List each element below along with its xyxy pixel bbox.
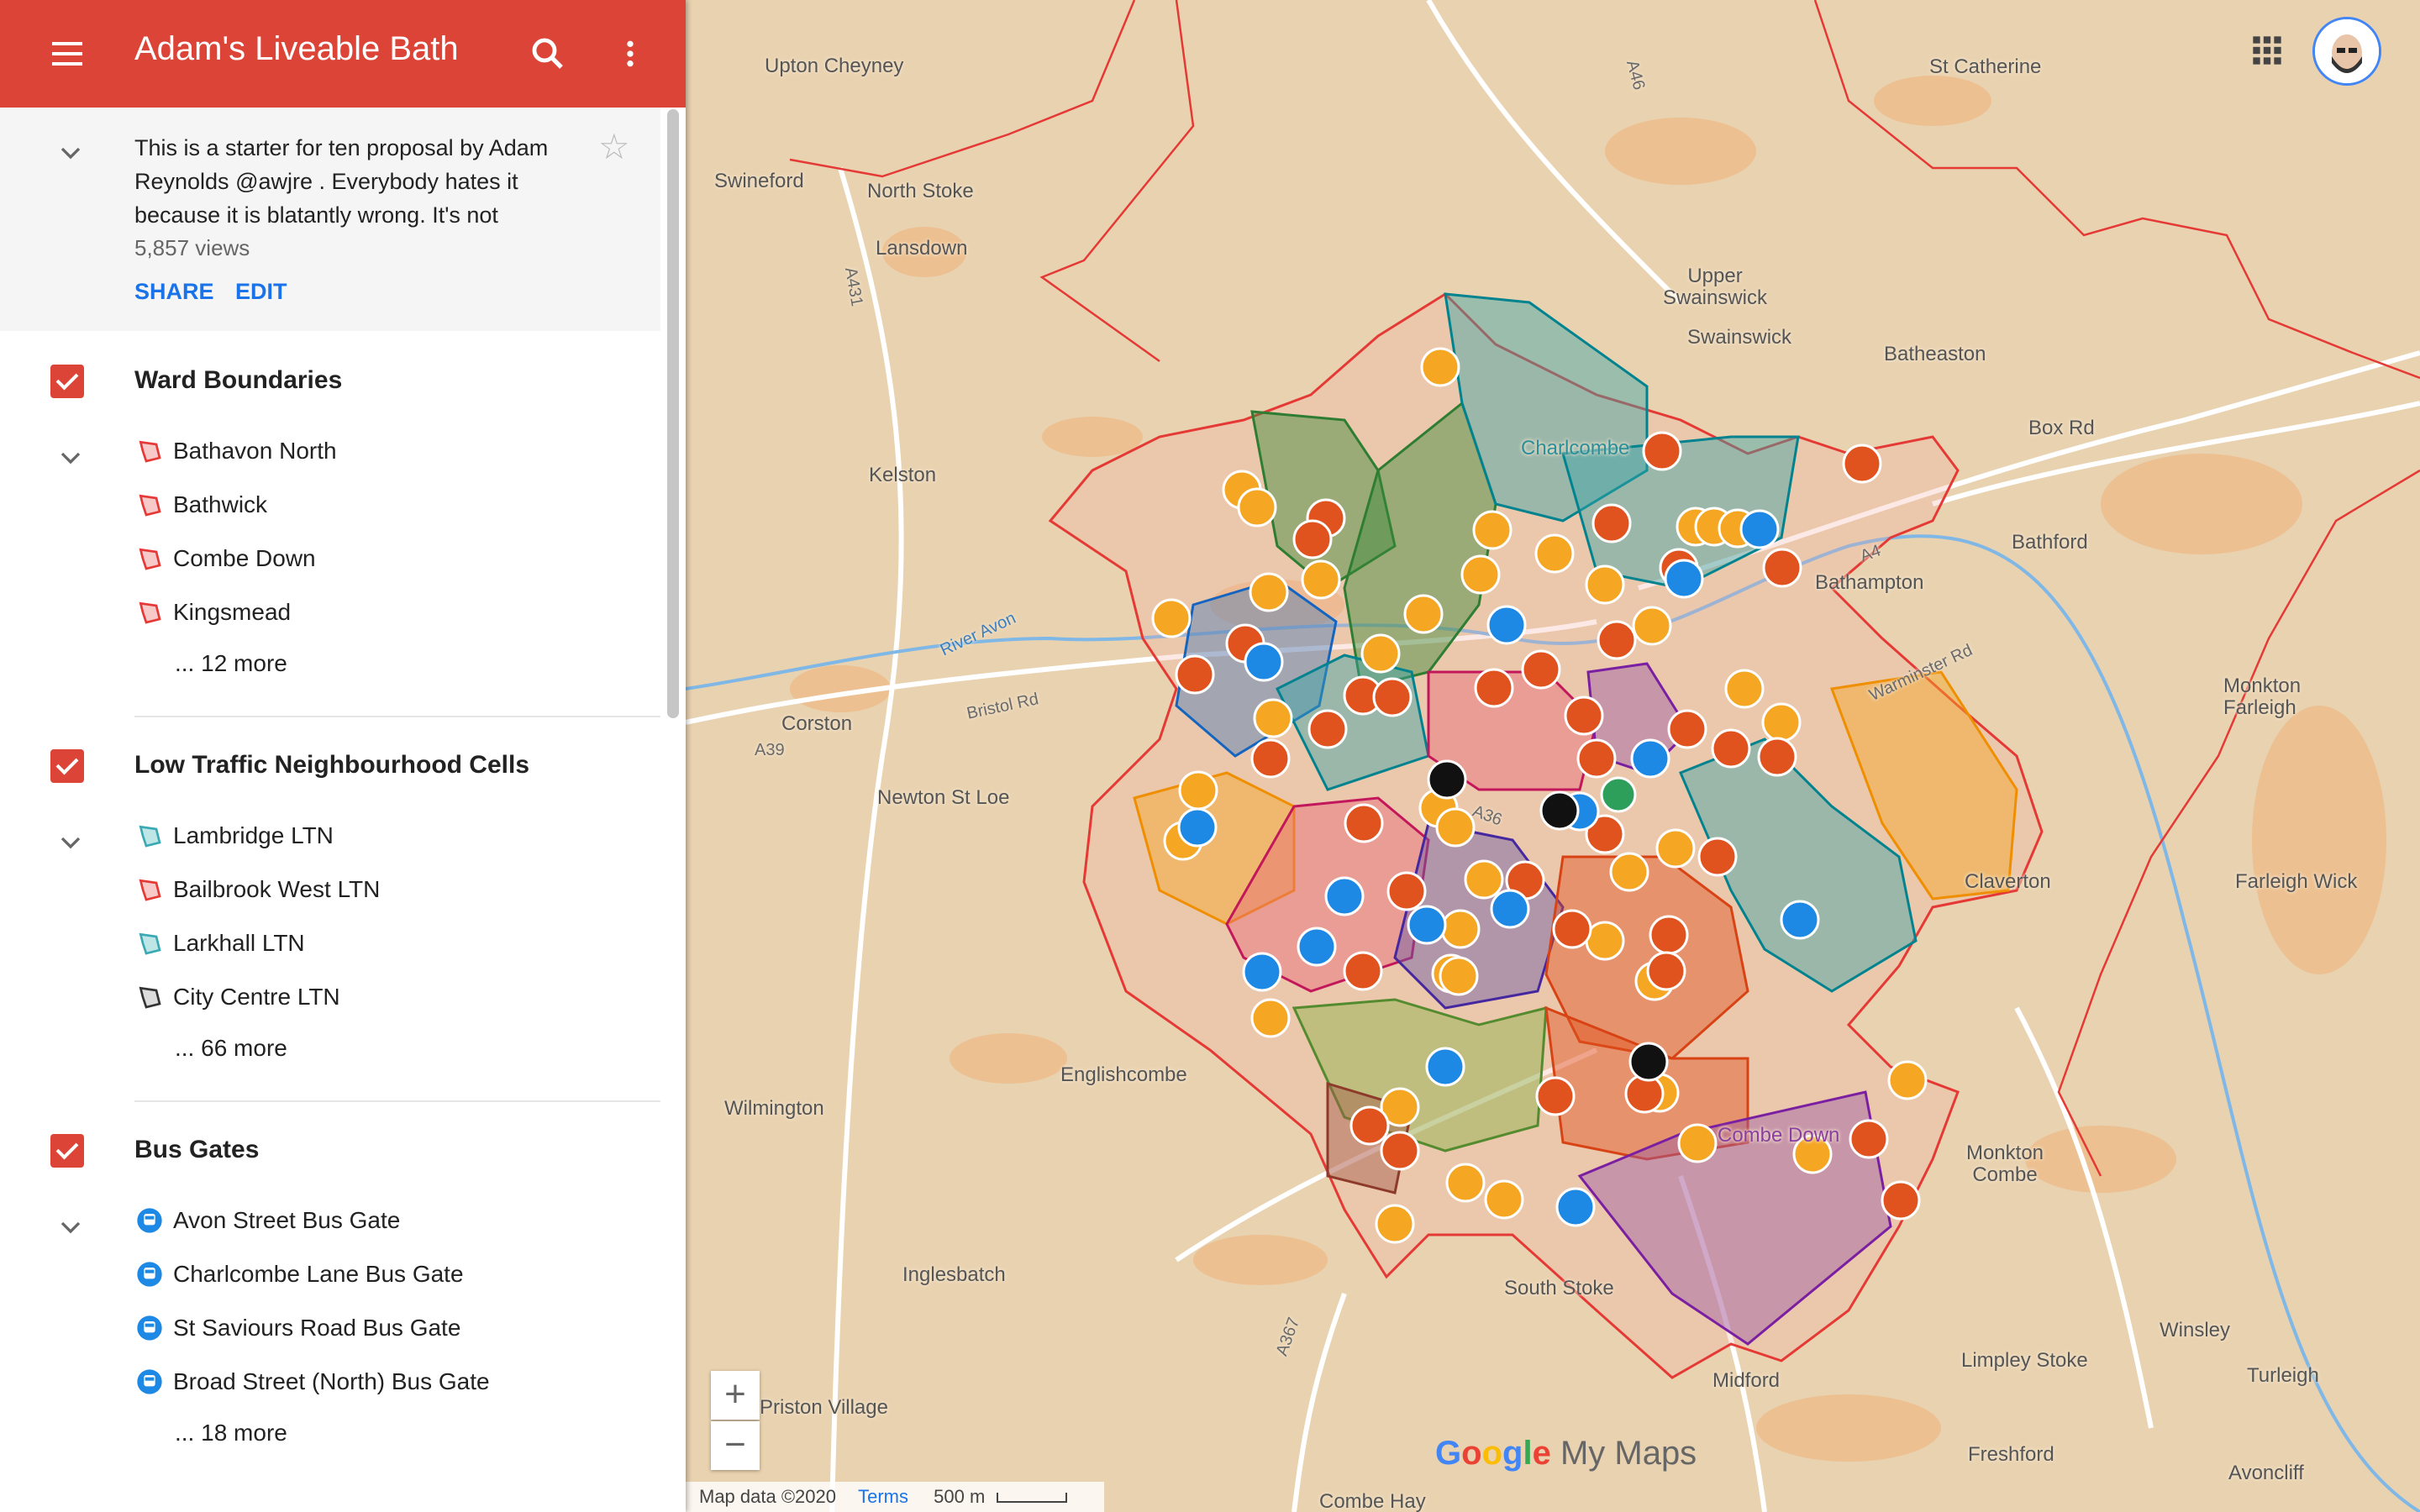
sidebar: Adam's Liveable Bath This is a starter f… bbox=[0, 0, 686, 1512]
place-label: Corston bbox=[781, 712, 853, 735]
place-label: Bathampton bbox=[1815, 571, 1924, 594]
chevron-down-icon[interactable] bbox=[54, 136, 87, 170]
menu-icon[interactable] bbox=[44, 34, 91, 74]
polygon-red-icon bbox=[134, 436, 165, 466]
layer-item[interactable]: Kingsmead bbox=[134, 596, 291, 629]
place-label: Farleigh Wick bbox=[2235, 870, 2358, 893]
place-label: Freshford bbox=[1968, 1443, 2054, 1466]
bus-icon bbox=[134, 1259, 165, 1289]
bus-icon bbox=[134, 1313, 165, 1343]
place-label: St Catherine bbox=[1929, 55, 2042, 78]
place-label: Monkton Combe bbox=[1965, 1142, 2044, 1186]
place-label: Charlcombe bbox=[1521, 437, 1630, 459]
more-options-icon[interactable] bbox=[613, 34, 647, 74]
place-label: Upper Swainswick bbox=[1662, 265, 1768, 309]
map-description: This is a starter for ten proposal by Ad… bbox=[134, 135, 549, 228]
layer-title: Bus Gates bbox=[134, 1136, 260, 1163]
chevron-down-icon[interactable] bbox=[54, 1210, 87, 1244]
avatar[interactable] bbox=[2312, 17, 2381, 86]
polygon-teal-icon bbox=[134, 928, 165, 958]
layer-item[interactable]: Bailbrook West LTN bbox=[134, 873, 380, 906]
polygon-teal-icon bbox=[134, 821, 165, 851]
place-label: Avoncliff bbox=[2228, 1462, 2304, 1484]
place-label: Batheaston bbox=[1884, 343, 1986, 365]
layer-checkbox-bus-gates[interactable] bbox=[50, 1134, 84, 1168]
google-my-maps-logo: Google My Maps bbox=[1435, 1435, 1697, 1472]
layer-item[interactable]: Charlcombe Lane Bus Gate bbox=[134, 1257, 464, 1291]
divider bbox=[134, 716, 660, 717]
place-label: Kelston bbox=[869, 464, 937, 486]
edit-button[interactable]: EDIT bbox=[235, 279, 287, 305]
place-label: Swineford bbox=[714, 170, 804, 192]
view-count: 5,857 views bbox=[134, 235, 250, 260]
show-more-link[interactable]: ... 18 more bbox=[175, 1420, 287, 1446]
place-label: Combe Hay bbox=[1319, 1490, 1426, 1512]
star-icon[interactable]: ☆ bbox=[598, 126, 630, 167]
place-label: Englishcombe bbox=[1060, 1063, 1187, 1086]
place-label: Swainswick bbox=[1687, 326, 1792, 349]
share-button[interactable]: SHARE bbox=[134, 279, 214, 305]
map-canvas[interactable]: Upton Cheyney St Catherine Swineford Nor… bbox=[686, 0, 2420, 1512]
place-label: North Stoke bbox=[867, 180, 974, 202]
search-icon[interactable] bbox=[528, 34, 568, 74]
map-attribution-bar: Map data ©2020 Terms 500 m bbox=[686, 1482, 1104, 1512]
polygon-red-icon bbox=[134, 490, 165, 520]
place-label: Winsley bbox=[2160, 1319, 2231, 1341]
user-avatar-icon bbox=[2315, 19, 2379, 83]
divider bbox=[134, 1100, 660, 1102]
layer-item[interactable]: Bathavon North bbox=[134, 434, 337, 468]
place-label: Upton Cheyney bbox=[765, 55, 904, 77]
zoom-out-button[interactable]: − bbox=[711, 1421, 760, 1470]
place-label: Turleigh bbox=[2247, 1364, 2319, 1387]
place-label: Lansdown bbox=[876, 237, 968, 260]
bus-icon bbox=[134, 1367, 165, 1397]
polygon-red-icon bbox=[134, 597, 165, 627]
layer-item[interactable]: Lambridge LTN bbox=[134, 819, 334, 853]
sidebar-scrollbar[interactable] bbox=[667, 109, 679, 718]
place-label: Combe Down bbox=[1718, 1124, 1840, 1147]
layer-item[interactable]: City Centre LTN bbox=[134, 980, 340, 1014]
place-label: South Stoke bbox=[1504, 1277, 1614, 1299]
bus-icon bbox=[134, 1205, 165, 1236]
layer-item[interactable]: Avon Street Bus Gate bbox=[134, 1204, 400, 1237]
attribution-text: Map data ©2020 bbox=[699, 1486, 836, 1507]
place-label: Wilmington bbox=[724, 1097, 824, 1120]
parking-marker bbox=[1600, 776, 1637, 813]
layer-item[interactable]: Bathwick bbox=[134, 488, 267, 522]
show-more-link[interactable]: ... 12 more bbox=[175, 650, 287, 677]
place-label: Limpley Stoke bbox=[1961, 1349, 2088, 1372]
map-title: Adam's Liveable Bath bbox=[134, 30, 459, 67]
scale-bar bbox=[997, 1493, 1068, 1504]
layer-item[interactable]: Larkhall LTN bbox=[134, 927, 305, 960]
show-more-link[interactable]: ... 66 more bbox=[175, 1035, 287, 1062]
chevron-down-icon[interactable] bbox=[54, 826, 87, 859]
polygon-red-icon bbox=[134, 543, 165, 574]
layer-item[interactable]: Broad Street (North) Bus Gate bbox=[134, 1365, 490, 1399]
place-label: Inglesbatch bbox=[902, 1263, 1006, 1286]
scale-label: 500 m bbox=[934, 1486, 986, 1507]
polygon-red-icon bbox=[134, 874, 165, 905]
place-label: Priston Village bbox=[760, 1396, 888, 1419]
place-label: Claverton bbox=[1965, 870, 2051, 893]
terms-link[interactable]: Terms bbox=[858, 1486, 908, 1507]
layer-item[interactable]: Combe Down bbox=[134, 542, 316, 575]
layer-title: Low Traffic Neighbourhood Cells bbox=[134, 751, 530, 779]
place-label: Bathford bbox=[2012, 531, 2088, 554]
chevron-down-icon[interactable] bbox=[54, 441, 87, 475]
place-label: Monkton Farleigh bbox=[2223, 675, 2302, 719]
road-label: A39 bbox=[755, 741, 785, 759]
apps-grid-icon[interactable] bbox=[2250, 34, 2284, 67]
app-header: Adam's Liveable Bath bbox=[0, 0, 686, 108]
place-label: Box Rd bbox=[2028, 417, 2095, 439]
layer-checkbox-ltn-cells[interactable] bbox=[50, 749, 84, 783]
place-label: Midford bbox=[1712, 1369, 1781, 1392]
layer-checkbox-ward-boundaries[interactable] bbox=[50, 365, 84, 398]
place-label: Newton St Loe bbox=[877, 786, 1010, 809]
zoom-in-button[interactable]: + bbox=[711, 1371, 760, 1420]
layer-title: Ward Boundaries bbox=[134, 366, 343, 394]
polygon-black-icon bbox=[134, 982, 165, 1012]
layer-item[interactable]: St Saviours Road Bus Gate bbox=[134, 1311, 460, 1345]
